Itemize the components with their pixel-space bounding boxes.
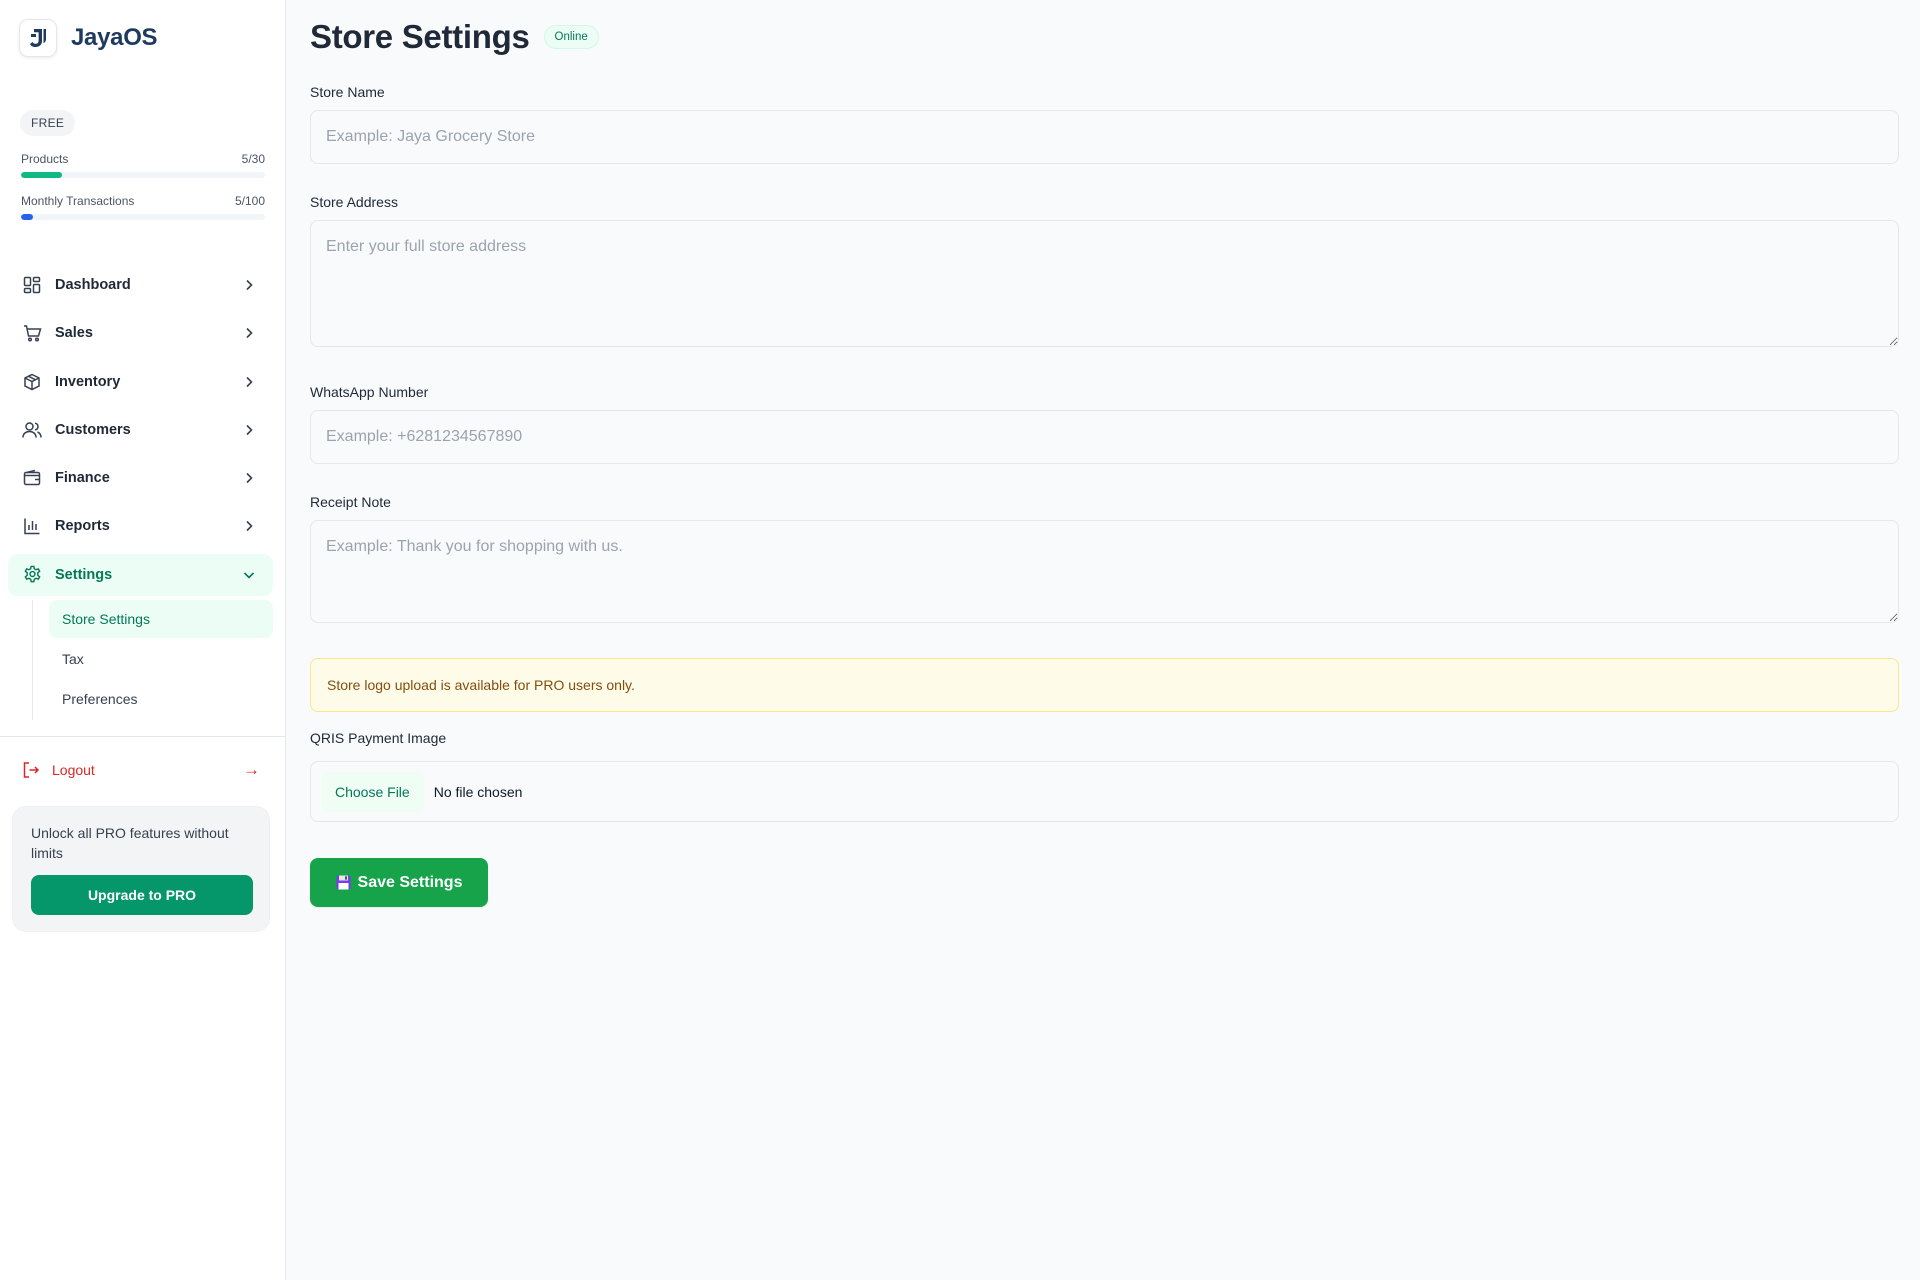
nav-item-finance[interactable]: Finance: [8, 457, 273, 499]
cart-icon: [22, 323, 42, 343]
page-header: Store Settings Online: [310, 18, 599, 56]
usage-progress-fill: [21, 172, 62, 178]
whatsapp-label: WhatsApp Number: [310, 384, 429, 400]
upgrade-button[interactable]: Upgrade to PRO: [31, 875, 253, 915]
qris-file-input[interactable]: Choose File No file chosen: [310, 761, 1899, 822]
usage-label: Products: [21, 152, 69, 166]
nav-label: Customers: [55, 421, 131, 438]
logo-icon: [19, 19, 57, 57]
nav-item-sales[interactable]: Sales: [8, 312, 273, 354]
usage-progress-track: [21, 172, 265, 178]
file-status: No file chosen: [433, 783, 523, 800]
receipt-note-textarea[interactable]: [310, 520, 1899, 623]
usage-value: 5/30: [241, 152, 265, 166]
status-badge: Online: [543, 25, 599, 49]
upgrade-promo: Unlock all PRO features without limits U…: [12, 806, 270, 932]
qris-label: QRIS Payment Image: [310, 730, 447, 746]
promo-text: Unlock all PRO features without limits: [31, 825, 229, 861]
chevron-down-icon: [241, 567, 257, 583]
floppy-disk-icon: [336, 875, 351, 890]
subnav-item-tax[interactable]: Tax: [49, 640, 273, 678]
plan-badge: FREE: [20, 110, 76, 136]
nav-item-inventory[interactable]: Inventory: [8, 361, 273, 403]
save-settings-button[interactable]: Save Settings: [310, 858, 488, 907]
usage-value: 5/100: [234, 194, 265, 208]
chevron-right-icon: [241, 325, 257, 341]
brand-name: JayaOS: [71, 24, 158, 51]
logout-button[interactable]: Logout →: [14, 752, 268, 788]
arrow-right-icon: →: [243, 760, 260, 779]
chevron-right-icon: [241, 422, 257, 438]
wallet-icon: [22, 468, 42, 488]
subnav-item-store-settings[interactable]: Store Settings: [49, 600, 273, 638]
usage-transactions: Monthly Transactions 5/100: [21, 194, 265, 220]
box-icon: [22, 372, 42, 392]
main-nav: Dashboard Sales Inventory Customers Fina…: [8, 264, 273, 602]
users-icon: [22, 420, 42, 440]
nav-label: Settings: [55, 566, 113, 583]
brand[interactable]: JayaOS: [19, 19, 158, 57]
sidebar: JayaOS FREE Products 5/30 Monthly Transa…: [0, 0, 286, 1280]
usage-progress-track: [21, 214, 265, 220]
chevron-right-icon: [241, 277, 257, 293]
usage-label: Monthly Transactions: [21, 194, 135, 208]
nav-item-dashboard[interactable]: Dashboard: [8, 264, 273, 306]
dashboard-icon: [22, 275, 42, 295]
receipt-note-label: Receipt Note: [310, 494, 391, 510]
nav-item-customers[interactable]: Customers: [8, 409, 273, 451]
page-title: Store Settings: [310, 18, 530, 55]
nav-label: Dashboard: [55, 277, 131, 293]
nav-label: Inventory: [55, 373, 121, 390]
logout-label: Logout: [52, 762, 95, 778]
store-address-textarea[interactable]: [310, 220, 1899, 347]
nav-item-reports[interactable]: Reports: [8, 505, 273, 547]
bar-chart-icon: [22, 516, 42, 536]
usage-products: Products 5/30: [21, 152, 265, 178]
chevron-right-icon: [241, 374, 257, 390]
save-label: Save Settings: [357, 873, 463, 891]
chevron-right-icon: [241, 470, 257, 486]
subnav-item-preferences[interactable]: Preferences: [49, 680, 273, 718]
chevron-right-icon: [241, 518, 257, 534]
settings-subnav: Store Settings Tax Preferences: [32, 600, 273, 720]
nav-label: Finance: [55, 470, 110, 487]
logout-icon: [22, 761, 40, 779]
store-address-label: Store Address: [310, 194, 398, 210]
nav-label: Sales: [55, 325, 93, 342]
sidebar-divider: [0, 736, 285, 737]
usage-progress-fill: [21, 214, 34, 220]
nav-item-settings[interactable]: Settings: [8, 553, 273, 596]
store-name-label: Store Name: [310, 84, 385, 100]
gear-icon: [22, 565, 42, 585]
store-name-input[interactable]: [310, 110, 1899, 164]
nav-label: Reports: [55, 518, 110, 535]
choose-file-button[interactable]: Choose File: [321, 771, 424, 812]
pro-logo-notice: Store logo upload is available for PRO u…: [310, 658, 1899, 712]
whatsapp-input[interactable]: [310, 410, 1899, 464]
